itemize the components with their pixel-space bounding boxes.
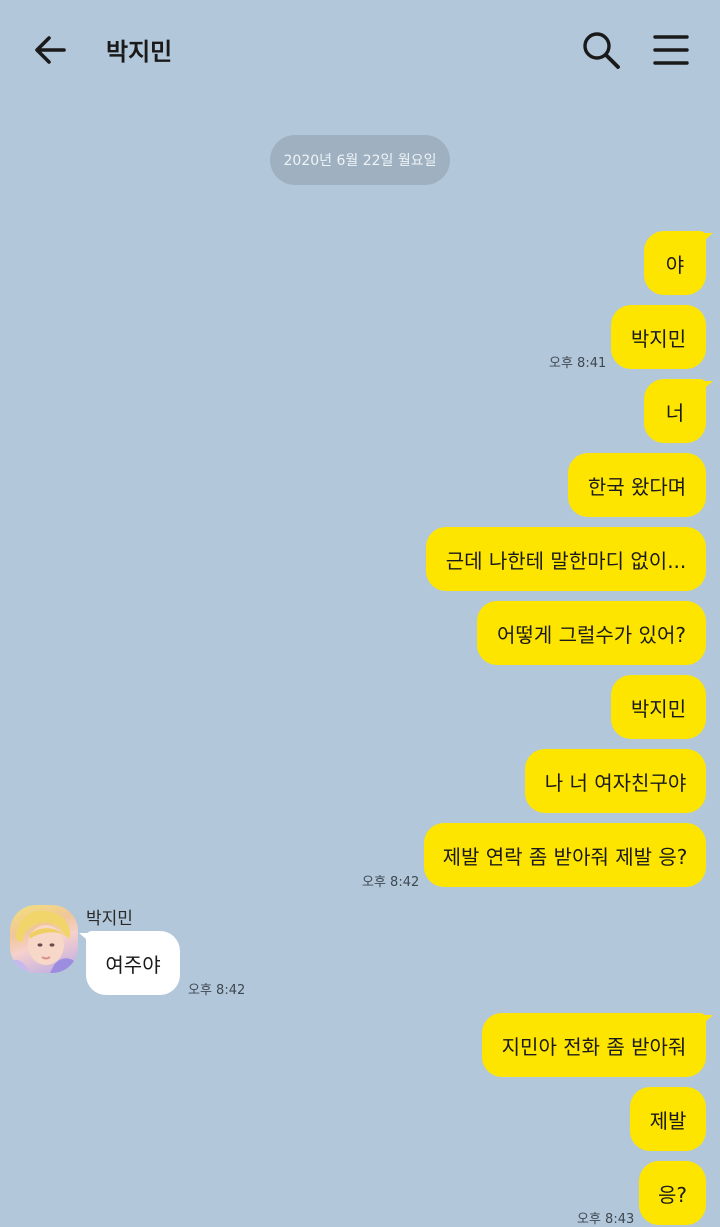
chat-title: 박지민 xyxy=(106,38,173,66)
outgoing-message[interactable]: 야 xyxy=(644,231,713,295)
outgoing-message[interactable]: 근데 나한테 말한마디 없이... xyxy=(426,527,706,591)
hamburger-menu-icon[interactable] xyxy=(651,31,691,69)
outgoing-message[interactable]: 박지민 xyxy=(611,675,706,739)
contact-avatar[interactable] xyxy=(10,905,78,973)
outgoing-message[interactable]: 나 너 여자친구야 xyxy=(525,749,706,813)
outgoing-message[interactable]: 박지민 xyxy=(611,305,706,369)
outgoing-message[interactable]: 제발 연락 좀 받아줘 제발 응? xyxy=(424,823,706,887)
message-timestamp: 오후 8:43 xyxy=(577,1212,635,1227)
message-timestamp: 오후 8:42 xyxy=(362,875,420,890)
outgoing-message[interactable]: 너 xyxy=(644,379,713,443)
avatar-portrait-icon xyxy=(10,910,78,973)
outgoing-message[interactable]: 한국 왔다며 xyxy=(568,453,706,517)
incoming-message[interactable]: 여주야 xyxy=(79,931,180,995)
sender-name: 박지민 xyxy=(86,909,133,929)
message-timestamp: 오후 8:41 xyxy=(549,356,607,371)
chat-header: 박지민 xyxy=(0,0,720,100)
date-divider: 2020년 6월 22일 월요일 xyxy=(270,135,450,185)
outgoing-message[interactable]: 지민아 전화 좀 받아줘 xyxy=(482,1013,713,1077)
outgoing-message[interactable]: 제발 xyxy=(630,1087,706,1151)
outgoing-message[interactable]: 응? xyxy=(639,1161,706,1225)
search-icon[interactable] xyxy=(580,29,622,71)
outgoing-message[interactable]: 어떻게 그럴수가 있어? xyxy=(477,601,706,665)
message-timestamp: 오후 8:42 xyxy=(188,983,246,998)
back-arrow-icon[interactable] xyxy=(30,30,70,70)
